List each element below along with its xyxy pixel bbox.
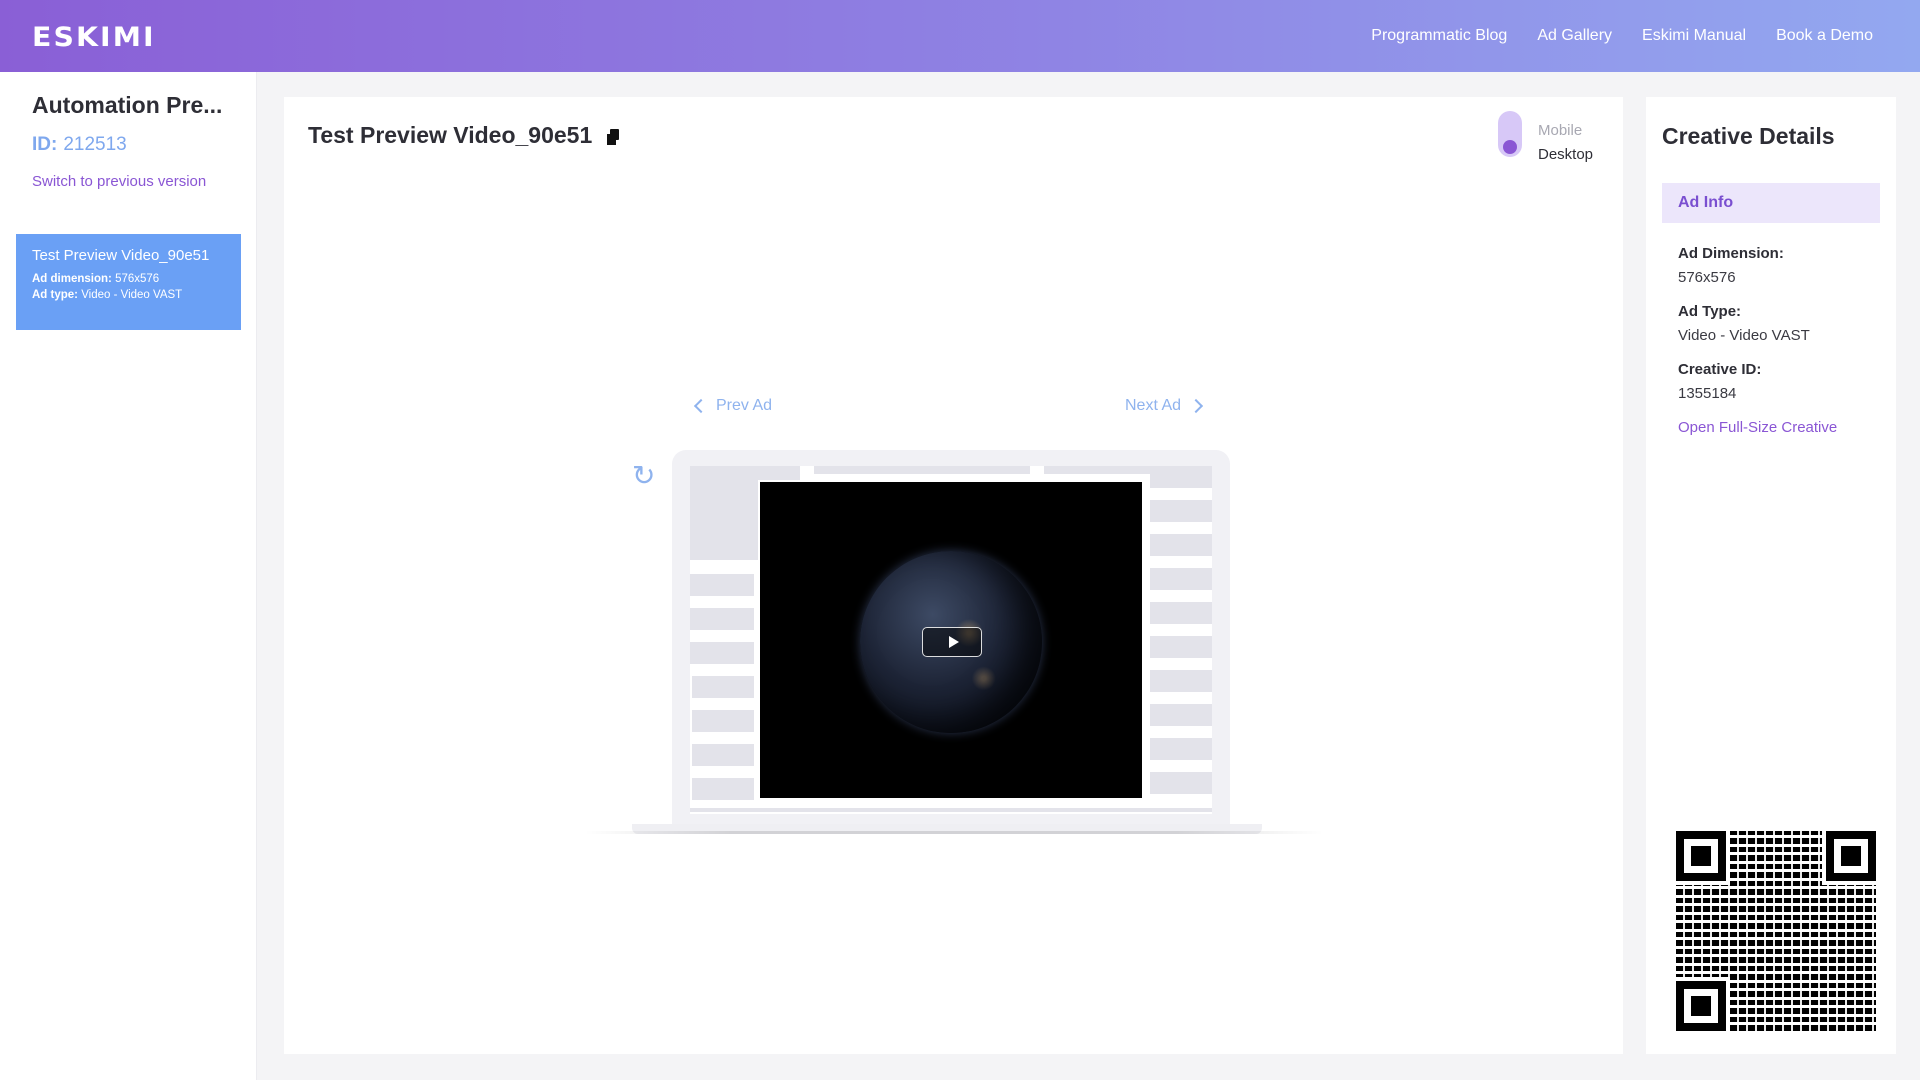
placeholder-block — [1150, 500, 1212, 522]
placeholder-block — [692, 710, 754, 732]
nav-book-demo[interactable]: Book a Demo — [1776, 27, 1873, 45]
campaign-title: Automation Pre... — [32, 92, 223, 118]
tab-ad-info[interactable]: Ad Info — [1662, 183, 1880, 223]
placeholder-block — [1150, 466, 1212, 488]
campaign-id: ID: 212513 — [32, 134, 127, 156]
placeholder-block — [692, 778, 754, 800]
nav-eskimi-manual[interactable]: Eskimi Manual — [1642, 27, 1746, 45]
field-creative-id: Creative ID: 1355184 — [1678, 358, 1761, 406]
placeholder-block — [1150, 772, 1212, 794]
field-label: Creative ID: — [1678, 361, 1762, 378]
prev-ad-button[interactable]: Prev Ad — [692, 397, 772, 415]
top-nav: Programmatic Blog Ad Gallery Eskimi Manu… — [1371, 0, 1873, 72]
desktop-option[interactable]: Desktop — [1538, 143, 1593, 167]
next-ad-label: Next Ad — [1125, 397, 1182, 414]
field-value: Video - Video VAST — [1678, 327, 1810, 344]
qr-finder — [1676, 831, 1726, 881]
chevron-left-icon — [693, 398, 709, 414]
device-toggle[interactable] — [1498, 111, 1522, 157]
placeholder-block — [690, 808, 1212, 812]
placeholder-block — [1150, 636, 1212, 658]
placeholder-block — [690, 574, 754, 596]
field-value: 576x576 — [1678, 269, 1736, 286]
field-ad-dimension: Ad Dimension: 576x576 — [1678, 242, 1784, 290]
campaign-id-value: 212513 — [63, 134, 127, 155]
placeholder-block — [1150, 670, 1212, 692]
mobile-option[interactable]: Mobile — [1538, 119, 1593, 143]
creative-dimension: Ad dimension: 576x576 — [32, 273, 225, 285]
nav-ad-gallery[interactable]: Ad Gallery — [1537, 27, 1612, 45]
field-value: 1355184 — [1678, 385, 1737, 402]
placeholder-block — [692, 676, 754, 698]
placeholder-block — [692, 744, 754, 766]
sidebar: Automation Pre... ID: 212513 Switch to pr… — [0, 72, 257, 1080]
creative-details-panel: Creative Details Ad Info Ad Dimension: 5… — [1646, 97, 1896, 1054]
placeholder-block — [690, 608, 754, 630]
creative-list-item[interactable]: Test Preview Video_90e51 Ad dimension: 5… — [16, 234, 241, 330]
creative-dimension-value: 576x576 — [115, 273, 160, 285]
placeholder-block — [1150, 738, 1212, 760]
mockup-shadow — [584, 831, 1324, 834]
device-toggle-labels: Mobile Desktop — [1538, 119, 1593, 167]
creative-type: Ad type: Video - Video VAST — [32, 289, 225, 301]
preview-title: Test Preview Video_90e51 — [308, 122, 620, 149]
eskimi-logo[interactable]: ESKIMI — [32, 22, 156, 53]
nav-programmatic-blog[interactable]: Programmatic Blog — [1371, 27, 1507, 45]
field-ad-type: Ad Type: Video - Video VAST — [1678, 300, 1810, 348]
placeholder-block — [1150, 568, 1212, 590]
prev-ad-label: Prev Ad — [716, 397, 773, 414]
placeholder-block — [814, 466, 1030, 474]
qr-code — [1676, 831, 1876, 1031]
placeholder-block — [1150, 534, 1212, 556]
placeholder-block — [690, 642, 754, 664]
placeholder-block — [1044, 466, 1154, 474]
campaign-id-label: ID: — [32, 134, 58, 155]
qr-finder — [1826, 831, 1876, 881]
details-title: Creative Details — [1662, 123, 1835, 149]
preview-panel: Test Preview Video_90e51 Mobile Desktop … — [284, 97, 1623, 1054]
toggle-knob — [1503, 140, 1517, 154]
placeholder-block — [1150, 602, 1212, 624]
preview-title-text: Test Preview Video_90e51 — [308, 122, 593, 148]
switch-version-link[interactable]: Switch to previous version — [32, 173, 206, 190]
creative-type-value: Video - Video VAST — [81, 289, 183, 301]
creative-name: Test Preview Video_90e51 — [32, 247, 210, 264]
field-label: Ad Dimension: — [1678, 245, 1784, 262]
placeholder-block — [1150, 704, 1212, 726]
creative-type-label: Ad type: — [32, 289, 78, 301]
chevron-right-icon — [1188, 398, 1204, 414]
creative-dimension-label: Ad dimension: — [32, 273, 112, 285]
open-full-size-link[interactable]: Open Full-Size Creative — [1678, 419, 1837, 436]
top-bar: ESKIMI Programmatic Blog Ad Gallery Eski… — [0, 0, 1920, 72]
qr-finder — [1676, 981, 1726, 1031]
reload-icon[interactable]: ↻ — [632, 462, 655, 490]
video-player[interactable] — [758, 480, 1144, 800]
play-icon[interactable] — [922, 627, 982, 657]
next-ad-button[interactable]: Next Ad — [1125, 397, 1205, 415]
field-label: Ad Type: — [1678, 303, 1742, 320]
copy-icon[interactable] — [606, 128, 620, 146]
